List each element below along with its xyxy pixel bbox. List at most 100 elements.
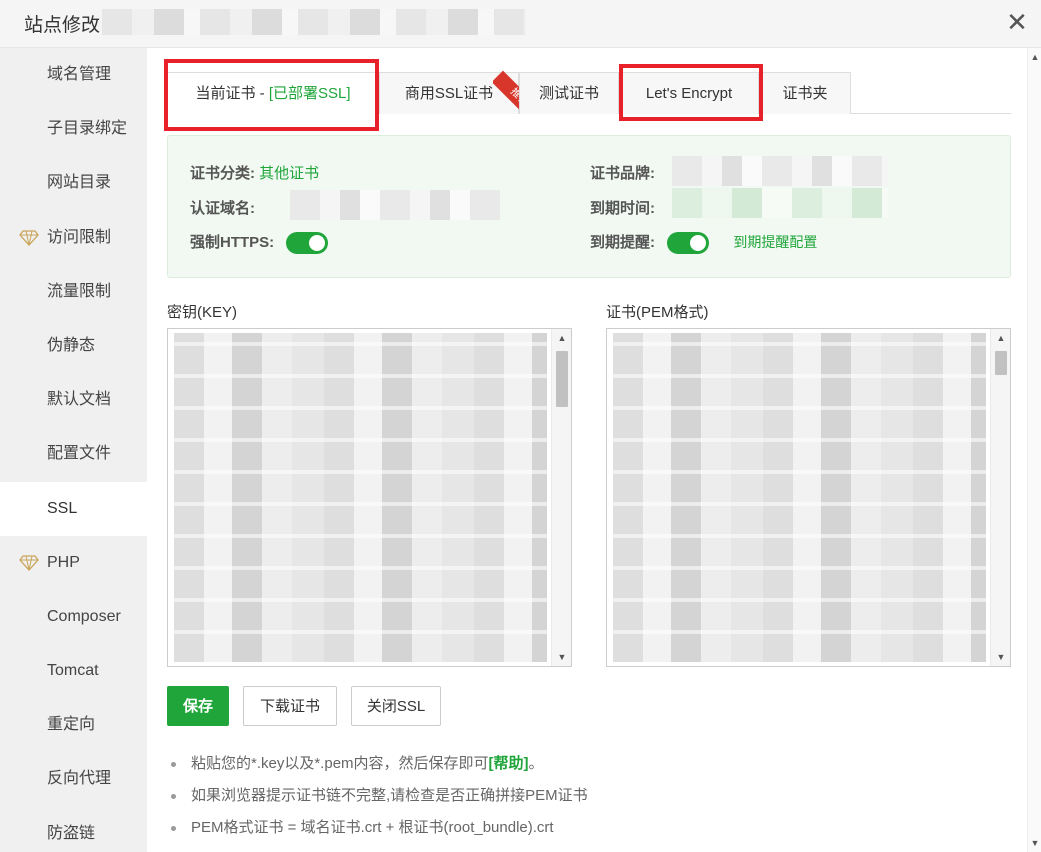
tip-text: 粘贴您的*.key以及*.pem内容，然后保存即可 xyxy=(191,755,489,772)
reminder-toggle[interactable] xyxy=(667,232,710,255)
cert-expire-row: 到期时间: xyxy=(590,197,655,218)
force-https-label: 强制HTTPS: xyxy=(190,234,275,251)
scroll-down-icon[interactable]: ▼ xyxy=(552,648,571,666)
diamond-icon xyxy=(19,229,39,246)
tab-lets-encrypt[interactable]: Let's Encrypt xyxy=(619,72,759,114)
ssl-status-badge: [已部署SSL] xyxy=(268,85,351,102)
sidebar-item-domain[interactable]: 域名管理 xyxy=(0,48,147,102)
sidebar-item-label: 防盗链 xyxy=(47,824,96,842)
cert-domain-row: 认证域名: xyxy=(190,197,255,218)
tab-label: 商用SSL证书 xyxy=(404,85,494,102)
sidebar-item-label: SSL xyxy=(47,499,78,517)
reminder-row: 到期提醒: 到期提醒配置 xyxy=(590,231,817,255)
sidebar-item-hotlink[interactable]: 防盗链 xyxy=(0,807,147,852)
sidebar-item-label: 反向代理 xyxy=(47,770,112,788)
sidebar-item-label: 重定向 xyxy=(47,716,96,734)
tab-test-cert[interactable]: 测试证书 xyxy=(519,72,619,114)
cert-label: 证书(PEM格式) xyxy=(606,304,709,321)
diamond-icon xyxy=(19,555,39,571)
tab-label: Let's Encrypt xyxy=(645,85,733,102)
ssl-tabs: 当前证书 - [已部署SSL] 商用SSL证书 推荐 测试证书 Let's En… xyxy=(167,70,1011,115)
scroll-up-icon[interactable]: ▲ xyxy=(991,329,1010,347)
force-https-toggle[interactable] xyxy=(286,232,329,255)
cert-scrollbar[interactable]: ▲ ▼ xyxy=(990,329,1010,666)
tab-current-cert[interactable]: 当前证书 - [已部署SSL] xyxy=(167,72,379,115)
sidebar-item-label: 网站目录 xyxy=(47,174,112,192)
key-scroll-thumb[interactable] xyxy=(556,351,568,407)
sidebar-item-label: 访问限制 xyxy=(47,228,112,246)
tip-text: 。 xyxy=(528,755,544,772)
cert-category-value: 其他证书 xyxy=(259,165,320,182)
sidebar-item-redirect[interactable]: 重定向 xyxy=(0,698,147,752)
key-scrollbar[interactable]: ▲ ▼ xyxy=(551,329,571,666)
save-button[interactable]: 保存 xyxy=(167,686,229,726)
cert-brand-row: 证书品牌: xyxy=(590,162,655,183)
sidebar-item-label: 域名管理 xyxy=(47,66,112,83)
redacted-domain xyxy=(290,190,500,220)
sidebar-item-traffic-limit[interactable]: 流量限制 xyxy=(0,265,147,319)
tip-text: PEM格式证书 = 域名证书.crt + 根证书(root_bundle).cr… xyxy=(191,819,554,836)
sidebar-item-label: Composer xyxy=(47,607,121,625)
cert-scroll-thumb[interactable] xyxy=(995,351,1007,375)
sidebar-item-label: 伪静态 xyxy=(47,336,96,354)
sidebar-item-tomcat[interactable]: Tomcat xyxy=(0,644,147,698)
sidebar: 域名管理 子目录绑定 网站目录 访问限制 流量限制 伪静态 默认文档 配置文件 … xyxy=(0,48,147,852)
scroll-down-icon[interactable]: ▼ xyxy=(1028,834,1041,852)
download-cert-button[interactable]: 下载证书 xyxy=(243,686,337,726)
sidebar-item-label: 子目录绑定 xyxy=(47,120,128,138)
cert-expire-label: 到期时间: xyxy=(590,200,655,217)
sidebar-item-ssl[interactable]: SSL xyxy=(0,481,147,536)
scroll-up-icon[interactable]: ▲ xyxy=(552,329,571,347)
tip-pem-format: PEM格式证书 = 域名证书.crt + 根证书(root_bundle).cr… xyxy=(169,812,1009,844)
cert-textarea[interactable]: ▲ ▼ xyxy=(606,328,1011,667)
sidebar-item-default-doc[interactable]: 默认文档 xyxy=(0,373,147,427)
redacted-key-content xyxy=(174,333,547,662)
dialog-titlebar: 站点修改 ✕ xyxy=(0,0,1041,48)
force-https-row: 强制HTTPS: xyxy=(190,231,329,255)
ssl-panel: 当前证书 - [已部署SSL] 商用SSL证书 推荐 测试证书 Let's En… xyxy=(147,48,1027,852)
key-label: 密钥(KEY) xyxy=(167,304,238,321)
sidebar-item-reverse-proxy[interactable]: 反向代理 xyxy=(0,752,147,806)
redacted-expire-time xyxy=(672,188,888,218)
close-ssl-button[interactable]: 关闭SSL xyxy=(351,686,441,726)
sidebar-item-config-file[interactable]: 配置文件 xyxy=(0,427,147,481)
tab-commercial-ssl[interactable]: 商用SSL证书 xyxy=(379,72,519,114)
cert-domain-label: 认证域名: xyxy=(190,200,255,217)
scroll-down-icon[interactable]: ▼ xyxy=(991,648,1010,666)
dialog-title: 站点修改 xyxy=(24,15,101,36)
tab-label: 当前证书 - xyxy=(195,85,269,102)
cert-brand-label: 证书品牌: xyxy=(590,165,655,182)
cert-category-row: 证书分类: 其他证书 xyxy=(190,162,319,183)
sidebar-item-label: Tomcat xyxy=(47,662,99,680)
dialog-scrollbar[interactable]: ▲ ▼ xyxy=(1027,48,1041,852)
reminder-config-link[interactable]: 到期提醒配置 xyxy=(733,234,817,250)
redacted-cert-content xyxy=(613,333,986,662)
sidebar-item-label: 流量限制 xyxy=(47,282,112,300)
close-icon[interactable]: ✕ xyxy=(1003,8,1031,36)
tip-chain: 如果浏览器提示证书链不完整,请检查是否正确拼接PEM证书 xyxy=(169,780,1009,812)
help-link[interactable]: [帮助] xyxy=(489,755,529,772)
site-edit-dialog: 站点修改 ✕ 域名管理 子目录绑定 网站目录 访问限制 流量限制 伪静态 默认文… xyxy=(0,0,1041,852)
tip-paste: 粘贴您的*.key以及*.pem内容，然后保存即可[帮助]。 xyxy=(169,748,1009,780)
sidebar-item-rewrite[interactable]: 伪静态 xyxy=(0,319,147,373)
tab-cert-folder[interactable]: 证书夹 xyxy=(759,72,851,114)
cert-info-box: 证书分类: 其他证书 认证域名: 强制HTTPS: 证书品牌: 到期时间: 到期… xyxy=(167,135,1011,278)
redacted-site-name xyxy=(102,9,526,35)
sidebar-item-subdir[interactable]: 子目录绑定 xyxy=(0,102,147,156)
cert-category-label: 证书分类: xyxy=(190,165,255,182)
reminder-label: 到期提醒: xyxy=(590,234,655,251)
sidebar-item-label: 默认文档 xyxy=(47,391,112,409)
sidebar-item-label: 配置文件 xyxy=(47,445,112,463)
tip-text: 如果浏览器提示证书链不完整,请检查是否正确拼接PEM证书 xyxy=(191,787,588,804)
sidebar-item-site-dir[interactable]: 网站目录 xyxy=(0,156,147,210)
sidebar-item-php[interactable]: PHP xyxy=(0,536,147,590)
sidebar-item-access-limit[interactable]: 访问限制 xyxy=(0,211,147,265)
scroll-up-icon[interactable]: ▲ xyxy=(1028,48,1041,66)
sidebar-item-label: PHP xyxy=(47,553,80,571)
tab-label: 测试证书 xyxy=(538,85,599,102)
sidebar-item-composer[interactable]: Composer xyxy=(0,590,147,644)
key-textarea[interactable]: ▲ ▼ xyxy=(167,328,572,667)
tab-label: 证书夹 xyxy=(782,85,828,102)
help-tips: 粘贴您的*.key以及*.pem内容，然后保存即可[帮助]。 如果浏览器提示证书… xyxy=(169,748,1009,844)
redacted-brand xyxy=(672,156,888,186)
